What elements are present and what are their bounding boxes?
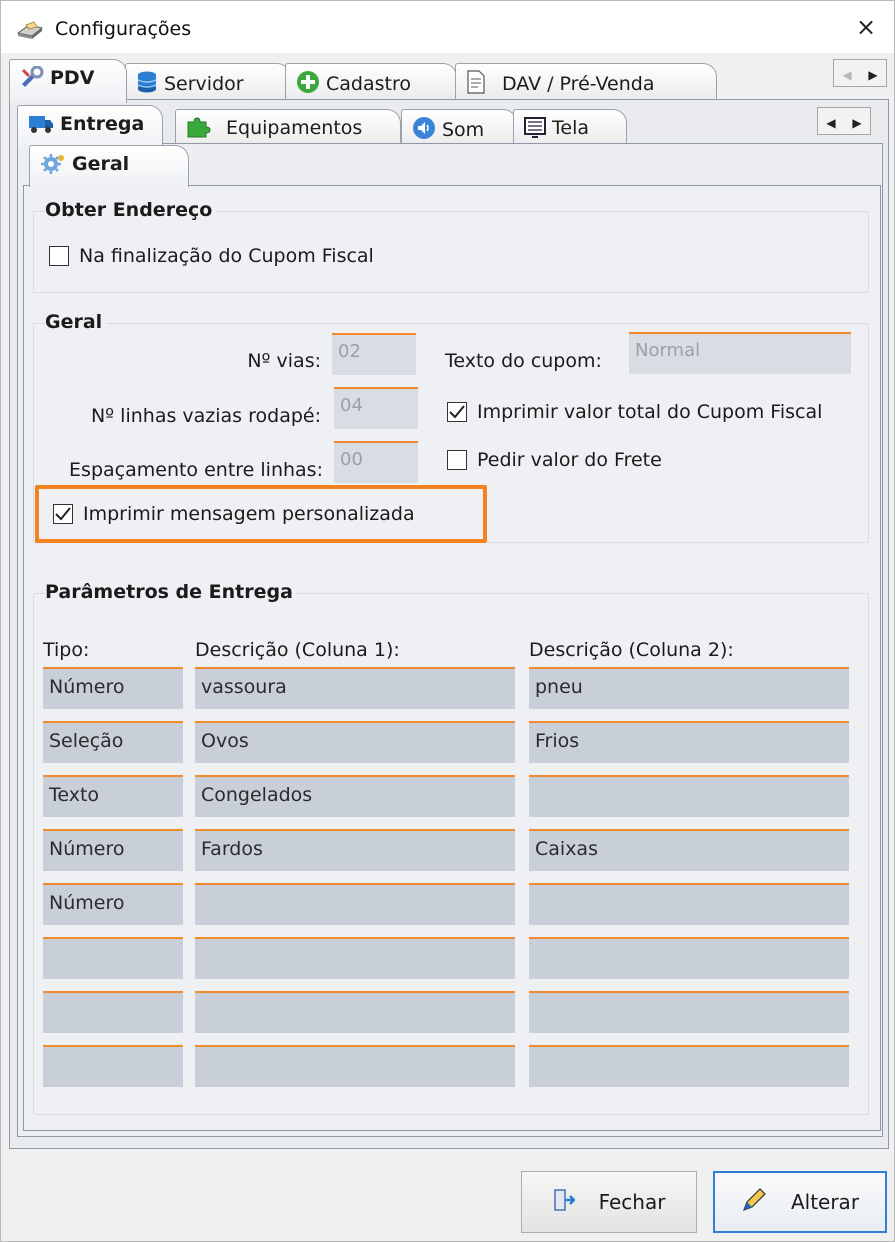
- table-cell-desc1[interactable]: Congelados: [195, 775, 515, 817]
- table-cell-desc2[interactable]: [529, 775, 849, 817]
- table-cell-tipo[interactable]: Número: [43, 829, 183, 871]
- scroll-right-button[interactable]: ▶: [860, 62, 886, 88]
- espacamento-field[interactable]: 00: [334, 441, 418, 483]
- table-cell-tipo[interactable]: Número: [43, 667, 183, 709]
- table-cell-desc2[interactable]: [529, 883, 849, 925]
- tab-dav-pre-venda[interactable]: DAV / Pré-Venda: [455, 63, 717, 103]
- table-cell-desc2[interactable]: [529, 937, 849, 979]
- footer-bar: Fechar Alterar: [1, 1159, 894, 1241]
- gear-icon: [40, 152, 66, 179]
- checkbox-box[interactable]: [53, 504, 73, 524]
- tab-label: Cadastro: [326, 73, 411, 95]
- tab-label: DAV / Pré-Venda: [502, 73, 655, 95]
- table-cell-desc1[interactable]: [195, 937, 515, 979]
- tab-pdv[interactable]: PDV: [9, 59, 127, 103]
- speaker-icon: [412, 116, 436, 145]
- main-tab-scroll: ◀ ▶: [833, 59, 887, 87]
- truck-icon: [28, 112, 54, 139]
- scroll-left-button[interactable]: ◀: [818, 110, 844, 136]
- printer-app-icon: [15, 19, 45, 41]
- table-cell-desc1[interactable]: [195, 883, 515, 925]
- title-bar: Configurações ×: [1, 1, 894, 53]
- puzzle-icon: [186, 116, 212, 143]
- exit-door-icon: [553, 1188, 576, 1217]
- button-label: Fechar: [598, 1190, 666, 1214]
- checkmark-icon: [449, 405, 465, 419]
- table-cell-desc1[interactable]: [195, 1045, 515, 1087]
- n-linhas-field[interactable]: 04: [334, 387, 418, 429]
- tab-label: Servidor: [164, 73, 244, 95]
- geral-title: Geral: [45, 311, 107, 333]
- table-cell-tipo[interactable]: [43, 937, 183, 979]
- database-icon: [136, 70, 158, 99]
- button-label: Alterar: [790, 1190, 860, 1214]
- table-cell-tipo[interactable]: Seleção: [43, 721, 183, 763]
- checkmark-icon: [55, 507, 71, 521]
- tab-label: Entrega: [60, 113, 145, 135]
- window-title: Configurações: [55, 18, 192, 40]
- screen-icon: [524, 116, 546, 143]
- fechar-button[interactable]: Fechar: [521, 1171, 697, 1233]
- texto-cupom-label: Texto do cupom:: [445, 350, 602, 372]
- checkbox-label: Na finalização do Cupom Fiscal: [79, 245, 374, 267]
- table-cell-desc2[interactable]: pneu: [529, 667, 849, 709]
- texto-cupom-field[interactable]: Normal: [629, 332, 851, 374]
- table-cell-tipo[interactable]: Texto: [43, 775, 183, 817]
- checkbox-box[interactable]: [49, 246, 69, 266]
- n-vias-field[interactable]: 02: [332, 333, 416, 375]
- tab-geral[interactable]: Geral: [29, 145, 189, 187]
- checkbox-label: Imprimir mensagem personalizada: [83, 503, 415, 525]
- scroll-right-button[interactable]: ▶: [844, 110, 870, 136]
- imprimir-mensagem-checkbox[interactable]: Imprimir mensagem personalizada: [53, 503, 415, 525]
- parametros-title: Parâmetros de Entrega: [45, 581, 297, 603]
- column-header-tipo: Tipo:: [43, 639, 90, 661]
- scroll-left-button[interactable]: ◀: [834, 62, 860, 88]
- plus-circle-icon: [296, 70, 320, 99]
- pedir-frete-checkbox[interactable]: Pedir valor do Frete: [447, 449, 662, 471]
- table-cell-desc2[interactable]: [529, 1045, 849, 1087]
- tab-label: Equipamentos: [226, 117, 363, 139]
- checkbox-box[interactable]: [447, 402, 467, 422]
- column-header-desc2: Descrição (Coluna 2):: [529, 639, 734, 661]
- tab-entrega[interactable]: Entrega: [17, 105, 163, 149]
- table-cell-tipo[interactable]: Número: [43, 883, 183, 925]
- table-cell-desc1[interactable]: vassoura: [195, 667, 515, 709]
- checkbox-label: Imprimir valor total do Cupom Fiscal: [477, 401, 823, 423]
- table-cell-tipo[interactable]: [43, 991, 183, 1033]
- sub-tab-strip: Entrega Equipamentos Som Tela ◀ ▶: [1, 101, 895, 149]
- tab-label: Geral: [72, 153, 130, 175]
- obter-endereco-title: Obter Endereço: [45, 199, 217, 221]
- wrench-icon: [20, 65, 44, 93]
- n-linhas-label: Nº linhas vazias rodapé:: [90, 405, 321, 427]
- table-cell-desc1[interactable]: Fardos: [195, 829, 515, 871]
- table-cell-desc1[interactable]: [195, 991, 515, 1033]
- table-cell-desc2[interactable]: Caixas: [529, 829, 849, 871]
- document-icon: [466, 70, 486, 99]
- close-button[interactable]: ×: [852, 13, 880, 41]
- tab-label: PDV: [50, 67, 95, 89]
- checkbox-box[interactable]: [447, 450, 467, 470]
- tab-cadastro[interactable]: Cadastro: [285, 63, 457, 103]
- tab-label: Som: [442, 119, 485, 141]
- table-cell-desc2[interactable]: Frios: [529, 721, 849, 763]
- table-cell-desc1[interactable]: Ovos: [195, 721, 515, 763]
- na-finalizacao-checkbox[interactable]: Na finalização do Cupom Fiscal: [49, 245, 374, 267]
- table-cell-tipo[interactable]: [43, 1045, 183, 1087]
- n-vias-label: Nº vias:: [247, 350, 321, 372]
- tab-servidor[interactable]: Servidor: [125, 63, 291, 103]
- checkbox-label: Pedir valor do Frete: [477, 449, 662, 471]
- imprimir-valor-total-checkbox[interactable]: Imprimir valor total do Cupom Fiscal: [447, 401, 822, 423]
- table-cell-desc2[interactable]: [529, 991, 849, 1033]
- tab-label: Tela: [552, 117, 589, 139]
- configuracoes-window: Configurações × PDV Servidor Cadastro DA…: [0, 0, 895, 1242]
- pencil-icon: [741, 1187, 767, 1218]
- main-tab-strip: PDV Servidor Cadastro DAV / Pré-Venda ◀ ▶: [1, 53, 895, 103]
- alterar-button[interactable]: Alterar: [713, 1171, 887, 1233]
- sub-tab-scroll: ◀ ▶: [817, 107, 871, 135]
- column-header-desc1: Descrição (Coluna 1):: [195, 639, 400, 661]
- espacamento-label: Espaçamento entre linhas:: [69, 459, 323, 481]
